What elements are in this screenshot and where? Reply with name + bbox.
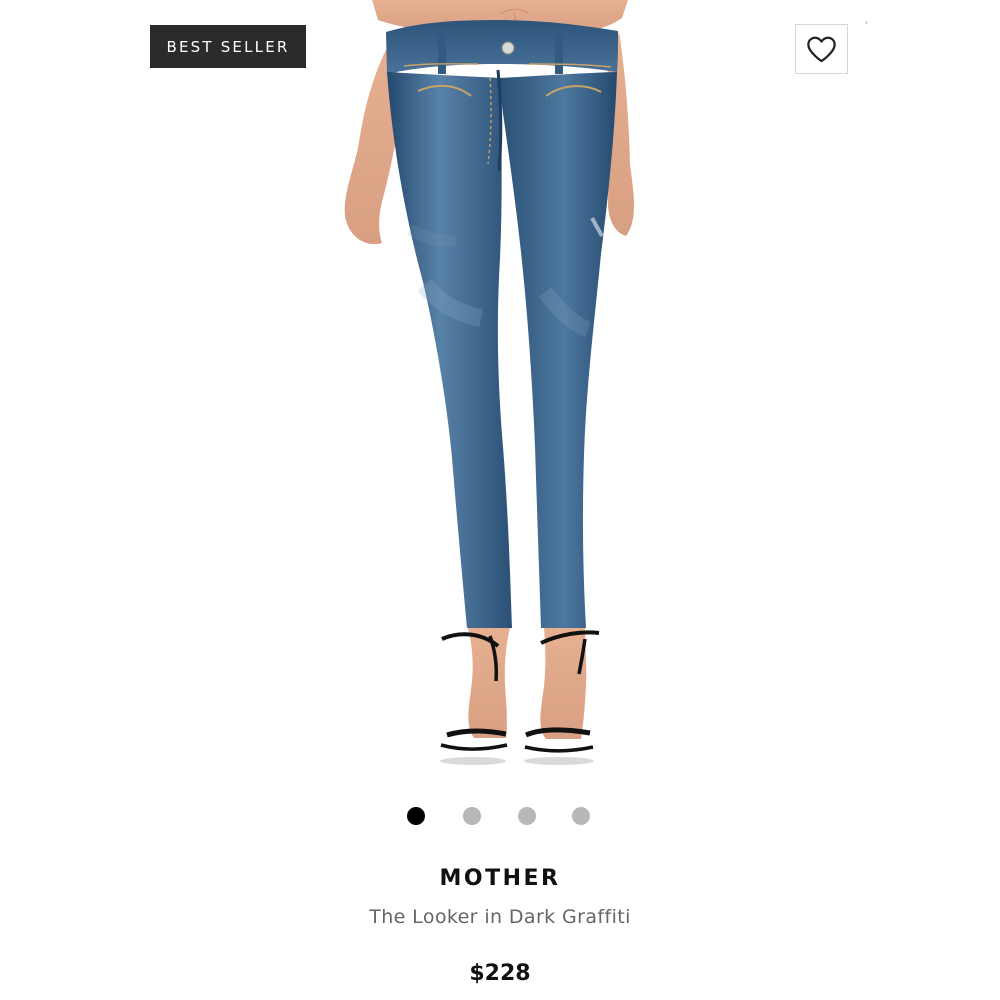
carousel-dot-4[interactable] bbox=[572, 807, 590, 825]
image-carousel-indicator bbox=[407, 807, 593, 827]
wishlist-button[interactable] bbox=[795, 24, 848, 74]
best-seller-badge: BEST SELLER bbox=[150, 25, 306, 68]
product-name[interactable]: The Looker in Dark Graffiti bbox=[0, 906, 1000, 928]
carousel-dot-1[interactable] bbox=[407, 807, 425, 825]
product-brand[interactable]: MOTHER bbox=[0, 866, 1000, 891]
product-photo[interactable] bbox=[300, 0, 680, 780]
decorative-dot bbox=[865, 21, 868, 24]
carousel-dot-3[interactable] bbox=[518, 807, 536, 825]
product-price: $228 bbox=[469, 961, 531, 986]
heart-outline-icon bbox=[807, 36, 836, 62]
product-card: BEST SELLER MOTHER The Looker in Dark Gr… bbox=[0, 0, 1000, 1000]
best-seller-badge-label: BEST SELLER bbox=[166, 37, 290, 56]
carousel-dot-2[interactable] bbox=[463, 807, 481, 825]
